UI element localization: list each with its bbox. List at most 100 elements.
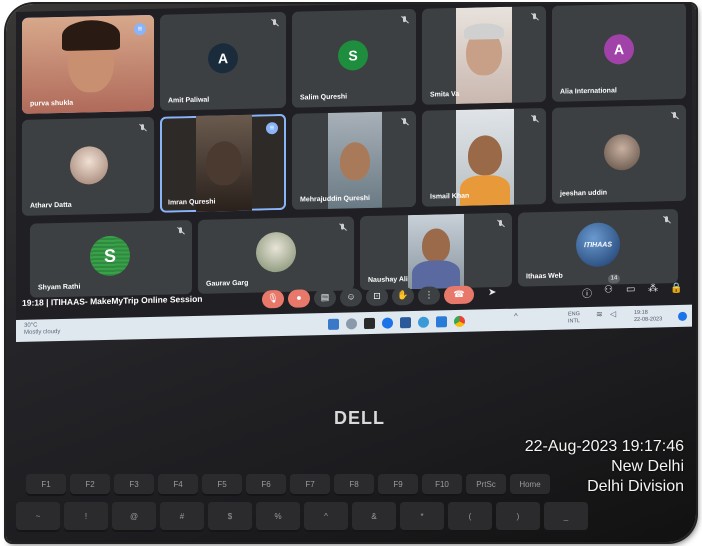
wifi-icon[interactable]: ≋ — [596, 310, 603, 319]
raise-hand-button[interactable]: ✋ — [392, 286, 414, 306]
notification-badge-icon[interactable] — [678, 311, 687, 321]
reactions-button[interactable]: ☺ — [340, 288, 362, 307]
chrome-icon-2[interactable] — [454, 315, 465, 328]
mouse-cursor-icon: ➤ — [488, 287, 497, 299]
participant-name: Atharv Datta — [30, 201, 72, 210]
key: F6 — [246, 474, 286, 496]
shirt — [460, 174, 510, 207]
participant-tile[interactable]: A Amit Paliwal — [160, 11, 286, 111]
participant-tile[interactable]: ≡ Imran Qureshi — [160, 113, 286, 213]
volume-icon[interactable]: ◁ — [610, 309, 616, 318]
present-button[interactable]: ⊡ — [366, 287, 388, 307]
emoji-icon: ☺ — [346, 291, 356, 302]
meeting-time: 19:18 — [22, 297, 44, 308]
mic-toggle-button[interactable]: 🎙 — [262, 289, 284, 309]
face — [468, 134, 502, 176]
camera-toggle-button[interactable]: ● — [288, 289, 310, 308]
participant-name: Alia International — [560, 87, 617, 96]
participant-tile[interactable]: A Alia International — [552, 4, 686, 102]
info-icon[interactable]: ⓘ — [582, 285, 592, 300]
participant-tile[interactable]: Atharv Datta — [22, 116, 154, 216]
key: F10 — [422, 474, 462, 496]
weather-desc: Mostly cloudy — [24, 328, 61, 336]
key: ! — [64, 502, 108, 532]
participant-tile[interactable]: jeeshan uddin — [552, 104, 686, 204]
people-count-badge: 14 — [608, 274, 620, 284]
more-options-button[interactable]: ⋮ — [418, 286, 440, 305]
face — [340, 141, 370, 181]
key: # — [160, 502, 204, 532]
participant-tile[interactable]: Smita Va — [422, 5, 546, 105]
photo-frame: ≡ purva shukla A Amit Paliwal S Salim Qu… — [6, 4, 696, 542]
mic-muted-icon — [401, 118, 408, 127]
laptop-screen: ≡ purva shukla A Amit Paliwal S Salim Qu… — [16, 4, 692, 342]
ithaas-logo: ITIHAAS — [576, 222, 620, 268]
mic-muted-icon — [671, 112, 678, 121]
participant-name: Amit Paliwal — [168, 96, 210, 105]
system-clock[interactable]: 19:18 22-08-2023 — [634, 309, 662, 324]
chrome-icon[interactable] — [382, 317, 393, 329]
avatar: A — [604, 33, 634, 65]
clock-date: 22-08-2023 — [634, 316, 663, 323]
file-explorer-icon[interactable] — [400, 317, 411, 329]
participant-name: purva shukla — [30, 99, 74, 108]
mic-muted-icon — [339, 224, 346, 233]
key: F7 — [290, 474, 330, 496]
more-vert-icon: ⋮ — [424, 289, 434, 300]
leave-call-button[interactable]: ☎ — [444, 285, 474, 305]
search-icon[interactable] — [346, 318, 357, 330]
hair — [62, 19, 120, 51]
tray-chevron-icon[interactable]: ^ — [514, 312, 518, 321]
avatar: S — [338, 40, 368, 71]
hang-up-icon: ☎ — [453, 288, 465, 300]
mic-muted-icon — [177, 227, 184, 236]
lang-bottom: INTL — [568, 318, 580, 325]
speaking-indicator-icon: ≡ — [266, 122, 278, 135]
key: ( — [448, 502, 492, 532]
participant-name: Salim Qureshi — [300, 93, 348, 102]
meeting-title: ITIHAAS- MakeMyTrip Online Session — [50, 293, 203, 308]
avatar: S — [90, 235, 130, 277]
key: F9 — [378, 474, 418, 496]
mic-muted-icon — [271, 19, 278, 28]
captions-button[interactable]: ▤ — [314, 288, 336, 308]
chat-icon[interactable]: ▭ — [626, 284, 635, 295]
participant-tile[interactable]: Mehrajuddin Qureshi — [292, 110, 416, 210]
participant-tile[interactable]: ≡ purva shukla — [22, 14, 154, 114]
key: _ — [544, 502, 588, 532]
participant-name: Imran Qureshi — [168, 198, 216, 207]
participant-name: Ismail Khan — [430, 192, 470, 201]
weather-widget[interactable]: 30°C Mostly cloudy — [24, 322, 60, 337]
key: PrtSc — [466, 474, 506, 496]
key: F4 — [158, 474, 198, 496]
face — [206, 140, 242, 186]
avatar — [604, 133, 640, 171]
key: Home — [510, 474, 550, 496]
hair — [464, 22, 504, 40]
participant-tile[interactable]: Ismail Khan — [422, 107, 546, 207]
camera-off-icon: ● — [296, 292, 302, 303]
key: F1 — [26, 474, 66, 496]
mic-muted-icon — [497, 220, 504, 229]
key: F3 — [114, 474, 154, 496]
participant-name: Smita Va — [430, 90, 460, 99]
participant-video — [456, 6, 512, 105]
participant-tile[interactable]: S Salim Qureshi — [292, 8, 416, 108]
people-icon[interactable]: ⚇ — [604, 284, 613, 295]
host-controls-icon[interactable]: 🔒 — [670, 283, 682, 294]
activities-icon[interactable]: ⁂ — [648, 283, 658, 294]
key: F5 — [202, 474, 242, 496]
store-icon[interactable] — [436, 316, 447, 328]
key: F8 — [334, 474, 374, 496]
start-icon[interactable] — [328, 318, 339, 330]
language-indicator[interactable]: ENG INTL — [568, 311, 580, 325]
timestamp-stamp: 22-Aug-2023 19:17:46 — [524, 438, 684, 455]
face — [422, 228, 450, 263]
key: ) — [496, 502, 540, 532]
keyboard: F1 F2 F3 F4 F5 F6 F7 F8 F9 F10 PrtSc Hom… — [6, 474, 696, 542]
edge-icon[interactable] — [418, 316, 429, 328]
mic-muted-icon — [401, 16, 408, 25]
key: * — [400, 502, 444, 532]
task-view-icon[interactable] — [364, 317, 375, 330]
meeting-info: 19:18 | ITIHAAS- MakeMyTrip Online Sessi… — [22, 294, 203, 308]
